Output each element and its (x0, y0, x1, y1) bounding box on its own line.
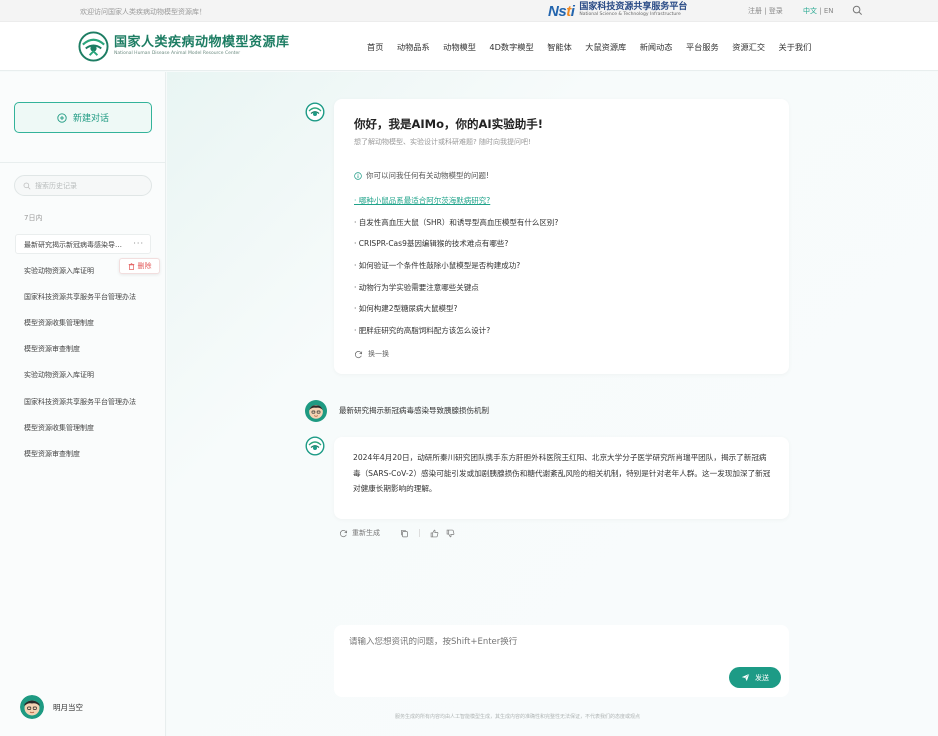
welcome-text: 欢迎访问国家人类疾病动物模型资源库！ (80, 8, 206, 16)
send-icon (741, 673, 750, 682)
greeting-title: 你好，我是AIMo，你的AI实验助手! (354, 117, 543, 131)
suggested-question[interactable]: · 肥胖症研究的高脂饲料配方该怎么设计? (354, 325, 490, 336)
nav-submission[interactable]: 资源汇交 (732, 41, 765, 53)
suggested-question[interactable]: · 如何验证一个条件性敲除小鼠模型是否构建成功? (354, 260, 520, 271)
chat-main: 你好，我是AIMo，你的AI实验助手! 想了解动物模型、实验设计或科研难题? 随… (167, 72, 938, 736)
nav-strains[interactable]: 动物品系 (397, 41, 430, 53)
user-name: 明月当空 (53, 702, 83, 712)
nav-news[interactable]: 新闻动态 (640, 41, 673, 53)
history-item[interactable]: 国家科技资源共享服务平台管理办法 (24, 397, 136, 407)
auth-links[interactable]: 注册 | 登录 (748, 6, 783, 16)
history-search-input[interactable]: 搜索历史记录 (14, 175, 152, 196)
trash-icon (128, 262, 134, 270)
suggested-question[interactable]: · 哪种小鼠品系最适合阿尔茨海默病研究? (354, 195, 490, 206)
lang-en[interactable]: EN (824, 7, 834, 15)
user-avatar (305, 400, 327, 422)
send-label: 发送 (755, 673, 769, 682)
lang-separator: | (817, 7, 824, 15)
history-item[interactable]: 实验动物资源入库证明 (24, 370, 94, 380)
partner-name-en: National Science & Technology Infrastruc… (579, 12, 681, 17)
refresh-icon (354, 350, 363, 358)
message-composer: 发送 (334, 625, 789, 697)
new-chat-label: 新建对话 (72, 114, 109, 124)
history-item[interactable]: 国家科技资源共享服务平台管理办法 (24, 292, 136, 302)
user-profile[interactable]: 明月当空 (20, 695, 83, 719)
delete-menu-item[interactable]: 删除 (119, 258, 160, 274)
new-chat-button[interactable]: 新建对话 (14, 102, 152, 133)
history-item-active[interactable]: 最新研究揭示新冠病毒感染导致胰腺损伤机制 ··· (15, 234, 151, 254)
action-divider (419, 529, 420, 537)
avatar (20, 695, 44, 719)
greeting-card: 你好，我是AIMo，你的AI实验助手! 想了解动物模型、实验设计或科研难题? 随… (334, 99, 789, 374)
nav-models[interactable]: 动物模型 (443, 41, 476, 53)
ai-assistant-icon (305, 102, 325, 122)
message-input[interactable] (349, 637, 769, 647)
site-header: 国家人类疾病动物模型资源库 National Human Disease Ani… (0, 22, 938, 71)
partner-name: 国家科技资源共享服务平台 (579, 2, 688, 12)
user-message: 最新研究揭示新冠病毒感染导致胰腺损伤机制 (339, 406, 489, 415)
regenerate-button[interactable]: 重新生成 (339, 528, 380, 538)
greeting-tip: 你可以问我任何有关动物模型的问题! (354, 170, 489, 181)
history-item[interactable]: 实验动物资源入库证明 (24, 266, 94, 276)
sidebar-divider (0, 162, 166, 163)
nav-agent[interactable]: 智能体 (547, 41, 572, 53)
refresh-questions-button[interactable]: 换一换 (354, 349, 389, 359)
search-icon (23, 182, 31, 189)
delete-label: 删除 (137, 262, 152, 270)
history-item[interactable]: 模型资源审查制度 (24, 344, 80, 354)
refresh-label: 换一换 (368, 350, 389, 358)
search-icon[interactable] (852, 5, 863, 16)
copy-icon[interactable] (400, 529, 409, 538)
tip-text: 你可以问我任何有关动物模型的问题! (366, 171, 490, 180)
regenerate-label: 重新生成 (352, 529, 380, 537)
ai-assistant-icon (305, 436, 325, 456)
suggested-question[interactable]: · 动物行为学实验需要注意哪些关键点 (354, 282, 479, 293)
plus-circle-icon (57, 112, 67, 123)
ai-disclaimer: 服务生成的所有内容均由人工智能模型生成，其生成内容的准确性和完整性无法保证，不代… (395, 714, 641, 720)
history-item[interactable]: 模型资源收集管理制度 (24, 423, 94, 433)
language-switch[interactable]: 中文 | EN (803, 6, 833, 16)
top-strip: 欢迎访问国家人类疾病动物模型资源库！ Nsti 国家科技资源共享服务平台 Nat… (0, 0, 938, 22)
nav-about[interactable]: 关于我们 (779, 41, 812, 53)
ai-answer-card: 2024年4月20日，动研所秦川研究团队携手东方肝胆外科医院王红阳、北京大学分子… (334, 437, 789, 519)
thumbs-up-icon[interactable] (430, 529, 439, 538)
regenerate-icon (339, 529, 348, 537)
nav-services[interactable]: 平台服务 (686, 41, 719, 53)
more-options-icon[interactable]: ··· (133, 239, 144, 248)
brand-name: 国家人类疾病动物模型资源库 (114, 35, 290, 51)
suggested-question[interactable]: · CRISPR-Cas9基因编辑猴的技术难点有哪些? (354, 238, 508, 249)
answer-actions: 重新生成 (339, 528, 455, 538)
nav-4d-models[interactable]: 4D数字模型 (489, 41, 533, 53)
suggested-question[interactable]: · 如何构建2型糖尿病大鼠模型? (354, 303, 458, 314)
history-item[interactable]: 模型资源审查制度 (24, 449, 80, 459)
lang-cn[interactable]: 中文 (803, 7, 817, 15)
nav-rat-bank[interactable]: 大鼠资源库 (585, 41, 626, 53)
chat-sidebar: 新建对话 搜索历史记录 7日内 最新研究揭示新冠病毒感染导致胰腺损伤机制 ···… (0, 72, 166, 736)
brand-name-en: National Human Disease Animal Model Reso… (114, 51, 241, 57)
brand[interactable]: 国家人类疾病动物模型资源库 National Human Disease Ani… (78, 31, 290, 62)
partner-logo[interactable]: Nsti 国家科技资源共享服务平台 National Science & Tec… (548, 1, 687, 21)
main-nav: 首页 动物品系 动物模型 4D数字模型 智能体 大鼠资源库 新闻动态 平台服务 … (367, 41, 825, 53)
suggested-question[interactable]: · 自发性高血压大鼠（SHR）和诱导型高血压模型有什么区别? (354, 217, 558, 228)
history-item-label: 最新研究揭示新冠病毒感染导致胰腺损伤机制 (24, 241, 128, 249)
nsti-logo: Nsti (548, 2, 575, 20)
brand-logo-icon (78, 31, 109, 62)
history-group-label: 7日内 (24, 214, 43, 222)
send-button[interactable]: 发送 (729, 667, 781, 688)
ai-answer-text: 2024年4月20日，动研所秦川研究团队携手东方肝胆外科医院王红阳、北京大学分子… (353, 453, 771, 493)
info-icon (354, 171, 362, 180)
nav-home[interactable]: 首页 (367, 41, 383, 53)
history-item[interactable]: 模型资源收集管理制度 (24, 318, 94, 328)
greeting-subtitle: 想了解动物模型、实验设计或科研难题? 随时向我提问吧! (354, 138, 531, 146)
history-search-placeholder: 搜索历史记录 (35, 181, 77, 190)
thumbs-down-icon[interactable] (446, 529, 455, 538)
